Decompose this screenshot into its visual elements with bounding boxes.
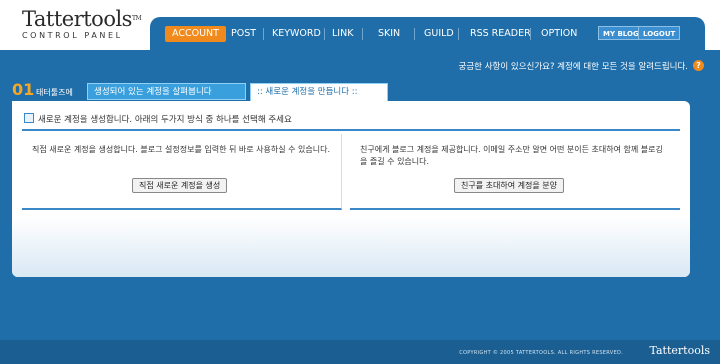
tab-create-account[interactable]: :: 새로운 계정을 만듭니다 :: [250, 83, 388, 102]
notice-icon [24, 113, 34, 123]
panel-gradient [12, 217, 690, 277]
notice-text: 새로운 계정을 생성합니다. 아래의 두가지 방식 중 하나를 선택해 주세요 [38, 115, 292, 125]
nav-post[interactable]: POST [231, 26, 256, 42]
logo[interactable]: TattertoolsTM CONTROL PANEL [22, 7, 142, 40]
copyright: COPYRIGHT © 2005 TATTERTOOLS. ALL RIGHTS… [459, 350, 623, 356]
nav-link[interactable]: LINK [332, 26, 353, 42]
my-blog-button[interactable]: MY BLOG [598, 26, 644, 40]
nav-divider [362, 28, 363, 40]
notice: 새로운 계정을 생성합니다. 아래의 두가지 방식 중 하나를 선택해 주세요 [24, 113, 292, 125]
nav-account[interactable]: ACCOUNT [165, 26, 226, 42]
nav-guild[interactable]: GUILD [424, 26, 454, 42]
nav-rss-reader[interactable]: RSS READER [470, 26, 531, 42]
help-text[interactable]: 궁금한 사항이 있으신가요? 계정에 대한 모든 것을 알려드립니다. [459, 60, 688, 72]
nav-skin[interactable]: SKIN [378, 26, 400, 42]
tab-view-accounts[interactable]: 생성되어 있는 계정을 살펴봅니다 [87, 83, 246, 100]
nav-divider [223, 28, 224, 40]
header: TattertoolsTM CONTROL PANEL ACCOUNT POST… [0, 0, 720, 50]
logo-title: TattertoolsTM [22, 7, 142, 31]
nav-divider [263, 28, 264, 40]
invite-friend-button[interactable]: 친구를 초대하여 계정을 분양 [454, 178, 564, 193]
question-icon[interactable]: ? [693, 60, 704, 71]
step-number: 01 [12, 80, 35, 99]
nav-divider [414, 28, 415, 40]
nav-divider [324, 28, 325, 40]
create-account-button[interactable]: 직접 새로운 계정을 생성 [132, 178, 228, 193]
logo-subtitle: CONTROL PANEL [22, 31, 123, 40]
invite-friend-box: 친구에게 블로그 계정을 제공합니다. 이메일 주소만 알면 어떤 분이든 초대… [350, 134, 680, 210]
create-direct-box: 직접 새로운 계정을 생성합니다. 블로그 설정정보를 입력한 뒤 바로 사용하… [22, 134, 342, 210]
divider [22, 129, 680, 131]
invite-friend-text: 친구에게 블로그 계정을 제공합니다. 이메일 주소만 알면 어떤 분이든 초대… [360, 145, 663, 166]
nav-option[interactable]: OPTION [541, 26, 577, 42]
footer-logo: Tattertools [649, 344, 710, 357]
step-label: 태터툴즈에 [36, 88, 73, 97]
logout-button[interactable]: LOGOUT [638, 26, 681, 40]
main-nav: ACCOUNT POST KEYWORD LINK SKIN GUILD RSS… [150, 17, 705, 50]
create-direct-text: 직접 새로운 계정을 생성합니다. 블로그 설정정보를 입력한 뒤 바로 사용하… [32, 145, 331, 154]
nav-divider [458, 28, 459, 40]
nav-divider [530, 28, 531, 40]
nav-keyword[interactable]: KEYWORD [272, 26, 321, 42]
content-panel: 새로운 계정을 생성합니다. 아래의 두가지 방식 중 하나를 선택해 주세요 … [12, 101, 690, 277]
